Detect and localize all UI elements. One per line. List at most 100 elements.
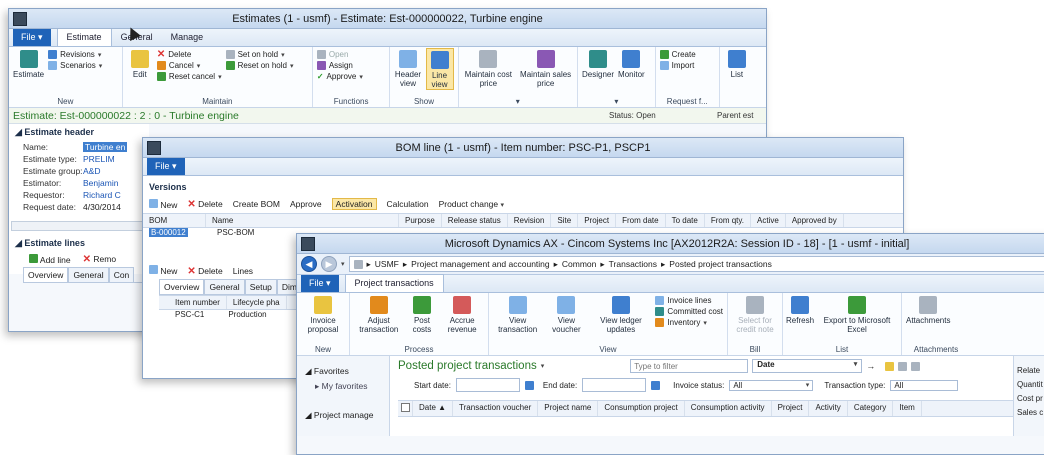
column-site[interactable]: Site [551, 214, 579, 227]
post-costs-button[interactable]: Post costs [408, 294, 437, 334]
subtab-con[interactable]: Con [108, 267, 135, 282]
column-item[interactable]: Item [893, 401, 922, 416]
maintain-cost-price-button[interactable]: Maintain cost price [463, 48, 515, 88]
new-line-button[interactable]: New [149, 265, 177, 276]
revisions-button[interactable]: Revisions ▾ [48, 50, 102, 59]
subtab-setup[interactable]: Setup [244, 279, 277, 294]
refresh-button[interactable]: Refresh [786, 294, 814, 325]
monitor-button[interactable]: Monitor [618, 48, 645, 79]
column-project-name[interactable]: Project name [538, 401, 599, 416]
column-transaction-voucher[interactable]: Transaction voucher [453, 401, 539, 416]
product-change-button[interactable]: Product change ▾ [439, 199, 504, 209]
column-date[interactable]: Date ▲ [413, 401, 454, 416]
column-name[interactable]: Name [206, 214, 399, 227]
column-approved-by[interactable]: Approved by [786, 214, 844, 227]
new-button[interactable]: New [149, 198, 177, 210]
item-number-cell[interactable]: PSC-C1 [175, 310, 204, 319]
column-consumption-project[interactable]: Consumption project [598, 401, 685, 416]
horizontal-scrollbar[interactable] [11, 221, 147, 231]
file-menu-button[interactable]: File ▾ [13, 29, 51, 46]
adjust-transaction-button[interactable]: Adjust transaction [354, 294, 404, 334]
filter-field-select[interactable]: Date ▾ [752, 359, 863, 373]
column-from-qty[interactable]: From qty. [705, 214, 752, 227]
designer-button[interactable]: Designer [582, 48, 614, 79]
committed-cost-button[interactable]: Committed cost [655, 307, 723, 316]
column-to-date[interactable]: To date [666, 214, 705, 227]
select-all-checkbox[interactable] [398, 401, 413, 416]
inventory-button[interactable]: Inventory ▾ [655, 318, 723, 327]
calendar-icon[interactable] [651, 380, 661, 390]
accrue-revenue-button[interactable]: Accrue revenue [440, 294, 484, 334]
import-button[interactable]: Import [659, 61, 696, 70]
invoice-lines-button[interactable]: Invoice lines [655, 296, 723, 305]
column-category[interactable]: Category [848, 401, 894, 416]
open-button[interactable]: Open [316, 50, 363, 59]
breadcrumb-item[interactable]: Common [562, 259, 596, 269]
assign-button[interactable]: Assign [316, 61, 363, 70]
column-consumption-activity[interactable]: Consumption activity [685, 401, 772, 416]
column-activity[interactable]: Activity [809, 401, 848, 416]
column-purpose[interactable]: Purpose [399, 214, 442, 227]
header-view-button[interactable]: Header view [394, 48, 421, 88]
calculation-button[interactable]: Calculation [387, 199, 429, 209]
create-button[interactable]: Create [659, 50, 696, 59]
start-date-input[interactable] [455, 378, 520, 392]
delete-button[interactable]: ✕ Delete [187, 199, 222, 210]
delete-line-button[interactable]: ✕ Delete [187, 266, 222, 277]
attachments-button[interactable]: Attachments [906, 294, 950, 325]
invoice-proposal-button[interactable]: Invoice proposal [301, 294, 345, 334]
subtab-general[interactable]: General [68, 267, 109, 282]
estimate-header-fasttab[interactable]: ◢ Estimate header [9, 124, 149, 141]
filter-input[interactable] [630, 359, 749, 373]
nav-my-favorites[interactable]: ▸ My favorites [297, 381, 389, 392]
tab-project-transactions[interactable]: Project transactions [344, 274, 444, 292]
maintain-sales-price-button[interactable]: Maintain sales price [518, 48, 573, 88]
subtab-overview[interactable]: Overview [23, 267, 69, 282]
add-line-button[interactable]: Add line [29, 254, 71, 265]
forward-arrow-icon[interactable]: ▶ [321, 256, 337, 272]
file-menu-button[interactable]: File ▾ [301, 275, 339, 292]
bom-cell[interactable]: B-000012 [149, 228, 188, 237]
column-project[interactable]: Project [578, 214, 617, 227]
breadcrumb-item[interactable]: USMF [375, 259, 399, 269]
column-active[interactable]: Active [751, 214, 786, 227]
scenarios-button[interactable]: Scenarios ▾ [48, 61, 102, 70]
file-menu-button[interactable]: File ▾ [147, 158, 185, 175]
column-release-status[interactable]: Release status [442, 214, 508, 227]
delete-button[interactable]: ✕ Delete [157, 50, 222, 60]
tab-estimate[interactable]: Estimate [56, 28, 112, 46]
invoice-status-select[interactable]: All ▾ [729, 379, 814, 391]
column-revision[interactable]: Revision [508, 214, 552, 227]
filter-go-icon[interactable]: → [866, 361, 875, 371]
column-bom[interactable]: BOM [143, 214, 206, 227]
line-view-button[interactable]: Line view [425, 48, 454, 90]
view-ledger-updates-button[interactable]: View ledger updates [591, 294, 652, 334]
history-dropdown-icon[interactable]: ▾ [341, 260, 345, 268]
select-credit-note-button[interactable]: Select for credit note [732, 294, 778, 334]
calendar-icon[interactable] [524, 380, 534, 390]
cancel-button[interactable]: Cancel ▾ [156, 61, 222, 70]
transaction-type-select[interactable]: All [890, 379, 959, 391]
estimate-button[interactable]: Estimate [13, 48, 44, 79]
subtab-overview[interactable]: Overview [159, 279, 205, 294]
back-arrow-icon[interactable]: ◀ [301, 256, 317, 272]
remove-button[interactable]: ✕ Remo [83, 254, 116, 265]
activation-button[interactable]: Activation [331, 198, 377, 210]
export-excel-button[interactable]: Export to Microsoft Excel [817, 294, 897, 334]
create-bom-button[interactable]: Create BOM [233, 199, 280, 209]
lines-button[interactable]: Lines [233, 266, 253, 276]
breadcrumb-item[interactable]: Transactions [609, 259, 657, 269]
nav-project-management[interactable]: ◢ Project manage [297, 410, 389, 421]
remove-filter-icon[interactable] [911, 361, 921, 371]
estimate-lines-fasttab[interactable]: ◢ Estimate lines [9, 235, 149, 252]
list-button[interactable]: List [724, 48, 750, 79]
end-date-input[interactable] [582, 378, 647, 392]
breadcrumb-item[interactable]: Project management and accounting [411, 259, 549, 269]
list-title-dropdown-icon[interactable]: ▾ [541, 362, 545, 370]
approve-button[interactable]: Approve [290, 199, 322, 209]
set-on-hold-button[interactable]: Set on hold ▾ [225, 50, 294, 59]
column-item-number[interactable]: Item number [159, 296, 227, 309]
column-project[interactable]: Project [772, 401, 810, 416]
filter-by-selection-icon[interactable] [898, 361, 908, 371]
view-transaction-button[interactable]: View transaction [493, 294, 542, 334]
